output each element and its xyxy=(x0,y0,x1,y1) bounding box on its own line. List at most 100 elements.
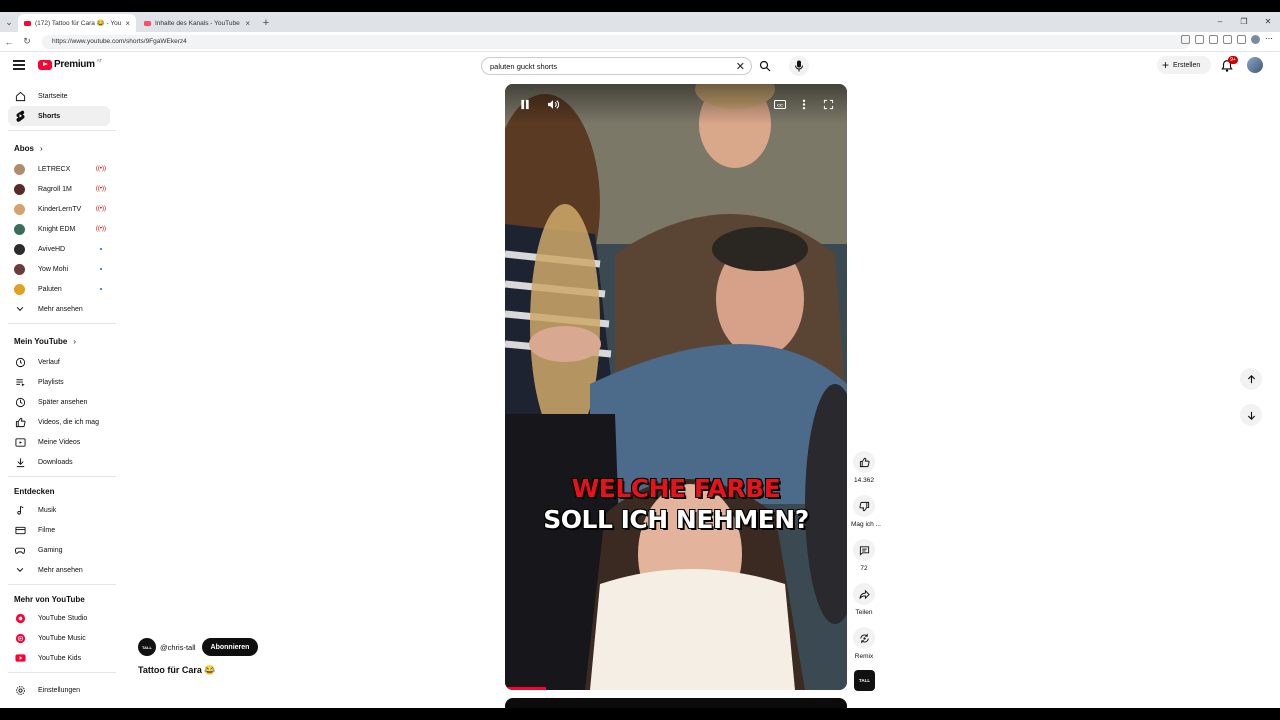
new-tab-icon[interactable]: + xyxy=(258,14,274,32)
comment-count: 72 xyxy=(860,565,868,572)
watch-later-icon xyxy=(14,396,26,408)
chevron-down-icon xyxy=(14,303,26,315)
sidebar-item-gaming[interactable]: Gaming xyxy=(8,540,110,560)
sidebar-item-youtube-studio[interactable]: YouTube Studio xyxy=(8,608,110,628)
dislike-button[interactable] xyxy=(853,495,875,517)
address-bar-row: ← ↻ https://www.youtube.com/shorts/9FgaW… xyxy=(0,32,1280,52)
sidebar-channel-yow-mohi[interactable]: Yow Mohi xyxy=(8,259,110,279)
live-icon: ((•)) xyxy=(95,186,106,192)
sidebar-item-playlists[interactable]: Playlists xyxy=(8,372,110,392)
share-button[interactable] xyxy=(853,583,875,605)
sidebar-item-music[interactable]: Musik xyxy=(8,500,110,520)
search-input[interactable]: paluten guckt shorts ✕ xyxy=(481,57,752,75)
comments-action[interactable]: 72 xyxy=(851,539,877,572)
you-heading[interactable]: Mein YouTube › xyxy=(14,337,76,346)
sidebar-item-liked-videos[interactable]: Videos, die ich mag xyxy=(8,412,110,432)
more-vertical-icon xyxy=(802,99,806,109)
remix-button[interactable] xyxy=(853,627,875,649)
sidebar-item-home[interactable]: Startseite xyxy=(8,86,110,106)
sidebar-item-movies[interactable]: Filme xyxy=(8,520,110,540)
divider xyxy=(8,323,116,324)
captions-button[interactable]: CC xyxy=(770,94,790,114)
browser-tab-shorts[interactable]: (172) Tattoo für Cara 😂 - YouTube × xyxy=(18,14,136,32)
gear-icon xyxy=(14,684,26,696)
clear-search-icon[interactable]: ✕ xyxy=(736,60,745,73)
profile-icon[interactable] xyxy=(1251,35,1260,44)
subscribe-button[interactable]: Abonnieren xyxy=(201,638,259,656)
fullscreen-button[interactable] xyxy=(818,94,838,114)
channel-avatar[interactable]: TALL xyxy=(138,638,156,656)
next-short-preview[interactable] xyxy=(505,698,847,708)
app-icon[interactable] xyxy=(1181,35,1190,44)
subscriptions-show-more[interactable]: Mehr ansehen xyxy=(8,299,110,319)
sidebar-channel-paluten[interactable]: Paluten xyxy=(8,279,110,299)
like-action[interactable]: 14.362 xyxy=(851,451,877,484)
sidebar-channel-kinderlerntv[interactable]: KinderLernTV ((•)) xyxy=(8,199,110,219)
volume-button[interactable] xyxy=(543,94,563,114)
tab-search-icon[interactable]: ⌄ xyxy=(0,12,18,32)
extension-icons: ⋯ xyxy=(1181,35,1274,44)
shorts-video-player[interactable]: CC WELCHE FARBE SOLL ICH NEHMEN? xyxy=(505,84,847,690)
close-window-icon[interactable]: ✕ xyxy=(1256,12,1280,32)
new-content-dot xyxy=(99,267,102,271)
sidebar-channel-letrecx[interactable]: LETRECX ((•)) xyxy=(8,159,110,179)
close-tab-icon[interactable]: × xyxy=(245,19,250,28)
share-icon xyxy=(858,589,870,599)
reload-icon[interactable]: ↻ xyxy=(18,36,36,47)
video-caption-line-1: WELCHE FARBE xyxy=(571,474,781,503)
search-button[interactable] xyxy=(756,57,774,75)
youtube-premium-logo[interactable]: Premium AT xyxy=(38,58,102,70)
read-aloud-icon[interactable] xyxy=(1195,35,1204,44)
channel-avatar xyxy=(14,163,25,175)
sidebar-item-history[interactable]: Verlauf xyxy=(8,352,110,372)
pause-button[interactable] xyxy=(515,94,535,114)
create-button[interactable]: + Erstellen xyxy=(1157,56,1211,74)
channel-name: KinderLernTV xyxy=(38,205,82,213)
menu-icon[interactable] xyxy=(13,60,25,70)
video-progress-bar[interactable] xyxy=(505,687,547,690)
channel-name: Paluten xyxy=(38,285,62,293)
sidebar-item-your-videos[interactable]: Meine Videos xyxy=(8,432,110,452)
close-tab-icon[interactable]: × xyxy=(125,19,130,28)
sidebar-item-downloads[interactable]: Downloads xyxy=(8,452,110,472)
sidebar-channel-avivehd[interactable]: AviveHD xyxy=(8,239,110,259)
url-field[interactable]: https://www.youtube.com/shorts/9FgaWEker… xyxy=(42,34,1190,49)
collections-icon[interactable] xyxy=(1237,35,1246,44)
explore-heading: Entdecken xyxy=(14,487,54,496)
channel-name: LETRECX xyxy=(38,165,71,173)
next-short-button[interactable] xyxy=(1240,404,1262,426)
remix-action[interactable]: Remix xyxy=(851,627,877,660)
dislike-action[interactable]: Mag ich ... xyxy=(851,495,881,528)
voice-search-button[interactable] xyxy=(789,56,809,76)
share-action[interactable]: Teilen xyxy=(851,583,877,616)
sidebar-channel-knight-edm[interactable]: Knight EDM ((•)) xyxy=(8,219,110,239)
channel-avatar xyxy=(14,183,25,195)
subscriptions-heading[interactable]: Abos › xyxy=(14,144,43,153)
sound-thumbnail[interactable]: TALL xyxy=(854,670,875,691)
extensions-icon[interactable] xyxy=(1223,35,1232,44)
channel-handle[interactable]: @chris-tall xyxy=(160,643,196,652)
more-options-button[interactable] xyxy=(794,94,814,114)
sidebar-item-shorts[interactable]: Shorts xyxy=(8,106,110,126)
like-button[interactable] xyxy=(853,451,875,473)
sidebar-item-youtube-kids[interactable]: YouTube Kids xyxy=(8,648,110,668)
favorite-icon[interactable] xyxy=(1209,35,1218,44)
youtube-logo-icon xyxy=(38,59,52,70)
video-frame xyxy=(505,84,847,690)
restore-icon[interactable]: ❐ xyxy=(1232,12,1256,32)
explore-show-more[interactable]: Mehr ansehen xyxy=(8,560,110,580)
comments-button[interactable] xyxy=(853,539,875,561)
youtube-studio-favicon-icon xyxy=(144,20,151,26)
channel-name: Ragroll 1M xyxy=(38,185,72,193)
sidebar-channel-ragroll[interactable]: Ragroll 1M ((•)) xyxy=(8,179,110,199)
account-avatar[interactable] xyxy=(1247,57,1263,73)
sidebar-item-youtube-music[interactable]: YouTube Music xyxy=(8,628,110,648)
more-icon[interactable]: ⋯ xyxy=(1265,35,1274,44)
sidebar-item-watch-later[interactable]: Später ansehen xyxy=(8,392,110,412)
divider xyxy=(8,130,116,131)
back-icon[interactable]: ← xyxy=(0,37,18,47)
minimize-icon[interactable]: – xyxy=(1208,12,1232,32)
browser-tab-studio[interactable]: Inhalte des Kanals - YouTube Studio × xyxy=(138,14,256,32)
sidebar-item-settings[interactable]: Einstellungen xyxy=(8,680,110,700)
previous-short-button[interactable] xyxy=(1240,368,1262,390)
